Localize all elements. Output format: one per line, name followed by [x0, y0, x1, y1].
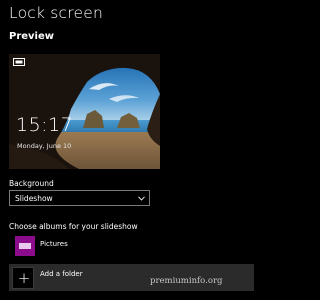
plus-icon: +: [17, 269, 31, 287]
add-folder-box: +: [12, 267, 34, 289]
lock-screen-preview: [9, 54, 160, 169]
watermark: premiuminfo.org: [150, 276, 223, 286]
background-dropdown-value: Slideshow: [15, 194, 53, 203]
album-thumbnail-bar: [19, 243, 31, 249]
albums-label: Choose albums for your slideshow: [9, 222, 138, 231]
add-folder-label: Add a folder: [40, 270, 83, 278]
album-name: Pictures: [40, 240, 68, 248]
display-icon: [13, 58, 25, 66]
preview-date: Monday, June 10: [17, 142, 72, 150]
background-dropdown[interactable]: Slideshow: [9, 190, 150, 206]
preview-clock: 15:17: [16, 114, 74, 136]
album-thumbnail: [15, 236, 35, 256]
beach-cave-image: [9, 54, 160, 169]
album-item-pictures[interactable]: Pictures: [9, 234, 209, 256]
page-title: Lock screen: [9, 4, 103, 22]
background-label: Background: [9, 179, 54, 188]
chevron-down-icon: [138, 196, 145, 201]
preview-section-title: Preview: [9, 31, 55, 42]
